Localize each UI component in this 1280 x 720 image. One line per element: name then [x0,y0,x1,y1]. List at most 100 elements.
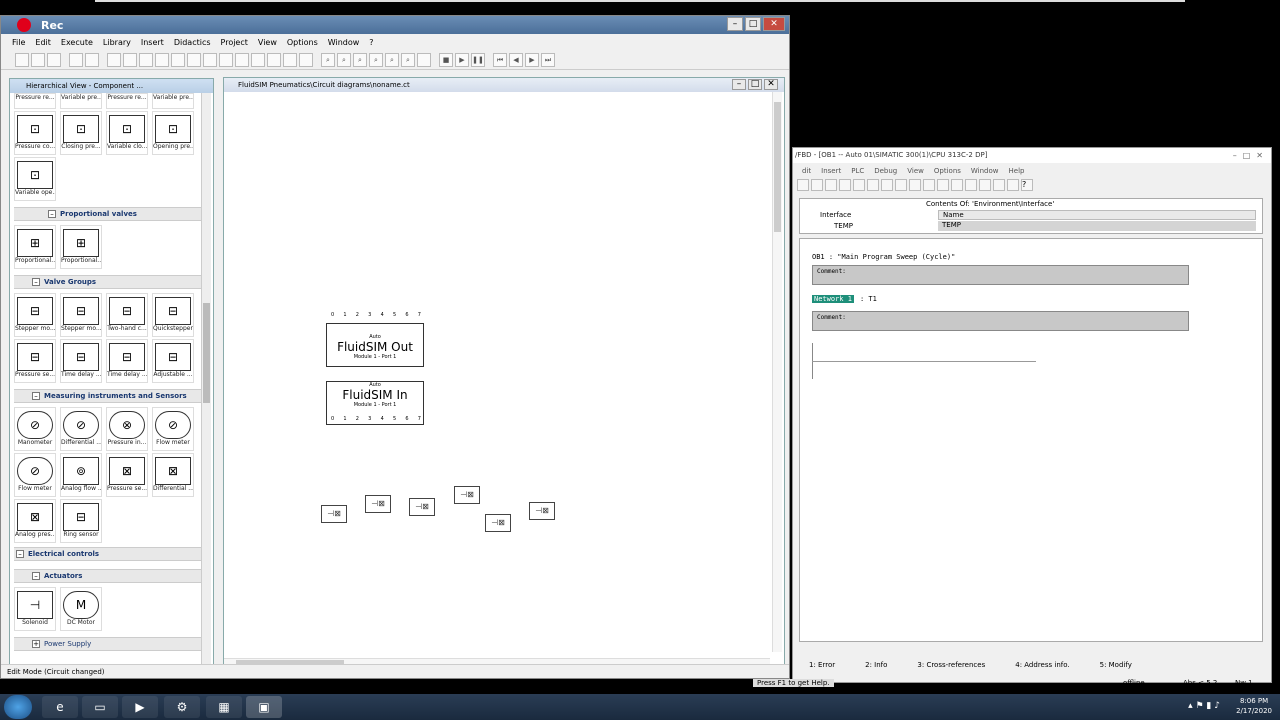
step-forward-icon[interactable]: ▶ [525,52,539,67]
media-player-icon[interactable]: ▶ [122,696,158,718]
stop-icon[interactable]: ■ [439,52,453,67]
zoom-in-icon[interactable]: ⌕ [385,52,399,67]
solenoid-valve-icon[interactable]: ⊣⊠ [529,502,555,520]
maximize-button[interactable]: □ [748,79,762,90]
solenoid-valve-icon[interactable]: ⊣⊠ [365,495,391,513]
component-item[interactable]: ⊟ Ring sensor [60,499,102,543]
component-item[interactable]: ⊞ Proportional... [14,225,56,269]
branch-close-icon[interactable] [1007,179,1019,191]
print-preview-icon[interactable] [69,52,83,67]
component-item[interactable]: ⊟ Stepper mo... [60,293,102,337]
close-button[interactable]: ✕ [764,79,778,90]
rung-line[interactable] [812,361,1036,362]
undo-icon[interactable] [867,179,879,191]
component-item[interactable]: ⊟ Stepper mo... [14,293,56,337]
component-item[interactable]: ⊠ Analog pres... [14,499,56,543]
solenoid-valve-icon[interactable]: ⊣⊠ [409,498,435,516]
tab-info[interactable]: 2: Info [855,661,907,672]
collapse-icon[interactable]: – [32,392,40,400]
tab-modify[interactable]: 5: Modify [1090,661,1152,672]
maximize-button[interactable]: □ [1243,151,1251,160]
component-item[interactable]: Pressure re... [14,93,56,109]
align-middle-icon[interactable] [235,52,249,67]
step-end-icon[interactable]: ⏭ [541,52,555,67]
collapse-icon[interactable]: – [32,572,40,580]
fluidsim-titlebar[interactable]: Rec – □ ✕ [1,16,789,34]
tree-temp[interactable]: TEMP [834,222,853,230]
copy-icon[interactable] [139,52,153,67]
menu-debug[interactable]: Debug [869,165,902,178]
grid-icon[interactable] [299,52,313,67]
paste-icon[interactable] [155,52,169,67]
component-item[interactable]: ⊡ Variable clo... [106,111,148,155]
new-file-icon[interactable] [15,52,29,67]
align-bottom-icon[interactable] [251,52,265,67]
minimize-button[interactable]: – [1233,151,1237,160]
panel-title[interactable]: Hierarchical View - Component ... [10,79,213,93]
branch-open-icon[interactable] [993,179,1005,191]
canvas-vertical-scrollbar[interactable] [772,92,782,652]
redo-icon[interactable] [881,179,893,191]
folder-icon[interactable]: ▭ [82,696,118,718]
reset-icon[interactable]: ⏮ [493,52,507,67]
zoom-previous-icon[interactable]: ⌕ [369,52,383,67]
save-icon[interactable] [47,52,61,67]
download-icon[interactable] [895,179,907,191]
solenoid-valve-icon[interactable]: ⊣⊠ [485,514,511,532]
collapse-icon[interactable]: – [32,278,40,286]
rotate-icon[interactable] [267,52,281,67]
tab-cross-references[interactable]: 3: Cross-references [907,661,1005,672]
component-item[interactable]: ⊟ Pressure se... [14,339,56,383]
fluidsim-out-module[interactable]: 01234567 Auto FluidSIM Out Module 1 - Po… [326,312,424,367]
details-icon[interactable] [937,179,949,191]
component-item[interactable]: Pressure re... [106,93,148,109]
menu-window[interactable]: Window [966,165,1004,178]
step-back-icon[interactable]: ◀ [509,52,523,67]
monitor-icon[interactable] [909,179,921,191]
cut-icon[interactable] [123,52,137,67]
menu-plc[interactable]: PLC [846,165,869,178]
solenoid-valve-icon[interactable]: ⊣⊠ [454,486,480,504]
group-proportional-valves[interactable]: – Proportional valves [14,207,201,221]
tab-address-info[interactable]: 4: Address info. [1005,661,1089,672]
play-icon[interactable]: ▶ [455,52,469,67]
align-right-icon[interactable] [203,52,217,67]
lad-editor-icon[interactable]: ▦ [206,696,242,718]
component-item[interactable]: ⊟ Time delay ... [60,339,102,383]
minimize-button[interactable]: – [727,17,743,31]
print-icon[interactable] [811,179,823,191]
solenoid-valve-icon[interactable]: ⊣⊠ [321,505,347,523]
save-icon[interactable] [797,179,809,191]
component-item[interactable]: ⊠ Pressure se... [106,453,148,497]
component-item[interactable]: Variable pre... [60,93,102,109]
network-comment[interactable]: Comment: [812,311,1189,331]
zoom-out-icon[interactable]: ⌕ [401,52,415,67]
zoom-icon[interactable]: ⌕ [321,52,335,67]
overview-icon[interactable] [923,179,935,191]
zoom-window-icon[interactable]: ⌕ [353,52,367,67]
menu-window[interactable]: Window [323,38,365,47]
menu-view[interactable]: View [253,38,282,47]
component-item[interactable]: ⊡ Opening pre... [152,111,194,155]
component-item[interactable]: ⊘ Manometer [14,407,56,451]
mirror-icon[interactable] [283,52,297,67]
record-icon[interactable] [17,18,31,32]
network-label[interactable]: Network 1 [812,295,854,303]
group-measuring-instruments[interactable]: – Measuring instruments and Sensors [14,389,201,403]
component-item[interactable]: ⊡ Variable ope... [14,157,56,201]
browser-icon[interactable]: e [42,696,78,718]
group-power-supply[interactable]: + Power Supply [14,637,201,651]
context-help-icon[interactable]: ? [1021,179,1033,191]
undo-icon[interactable] [107,52,121,67]
panel-scroll-thumb[interactable] [203,303,210,403]
minimize-button[interactable]: – [732,79,746,90]
component-item[interactable]: ⊟ Two-hand c... [106,293,148,337]
menu-view[interactable]: View [902,165,929,178]
ladder-coil-icon[interactable] [979,179,991,191]
component-item[interactable]: M DC Motor [60,587,102,631]
align-center-icon[interactable] [187,52,201,67]
menu-help[interactable]: Help [1004,165,1030,178]
component-item[interactable]: ⊟ Time delay ... [106,339,148,383]
component-item[interactable]: ⊘ Differential ... [60,407,102,451]
cut-icon[interactable] [825,179,837,191]
